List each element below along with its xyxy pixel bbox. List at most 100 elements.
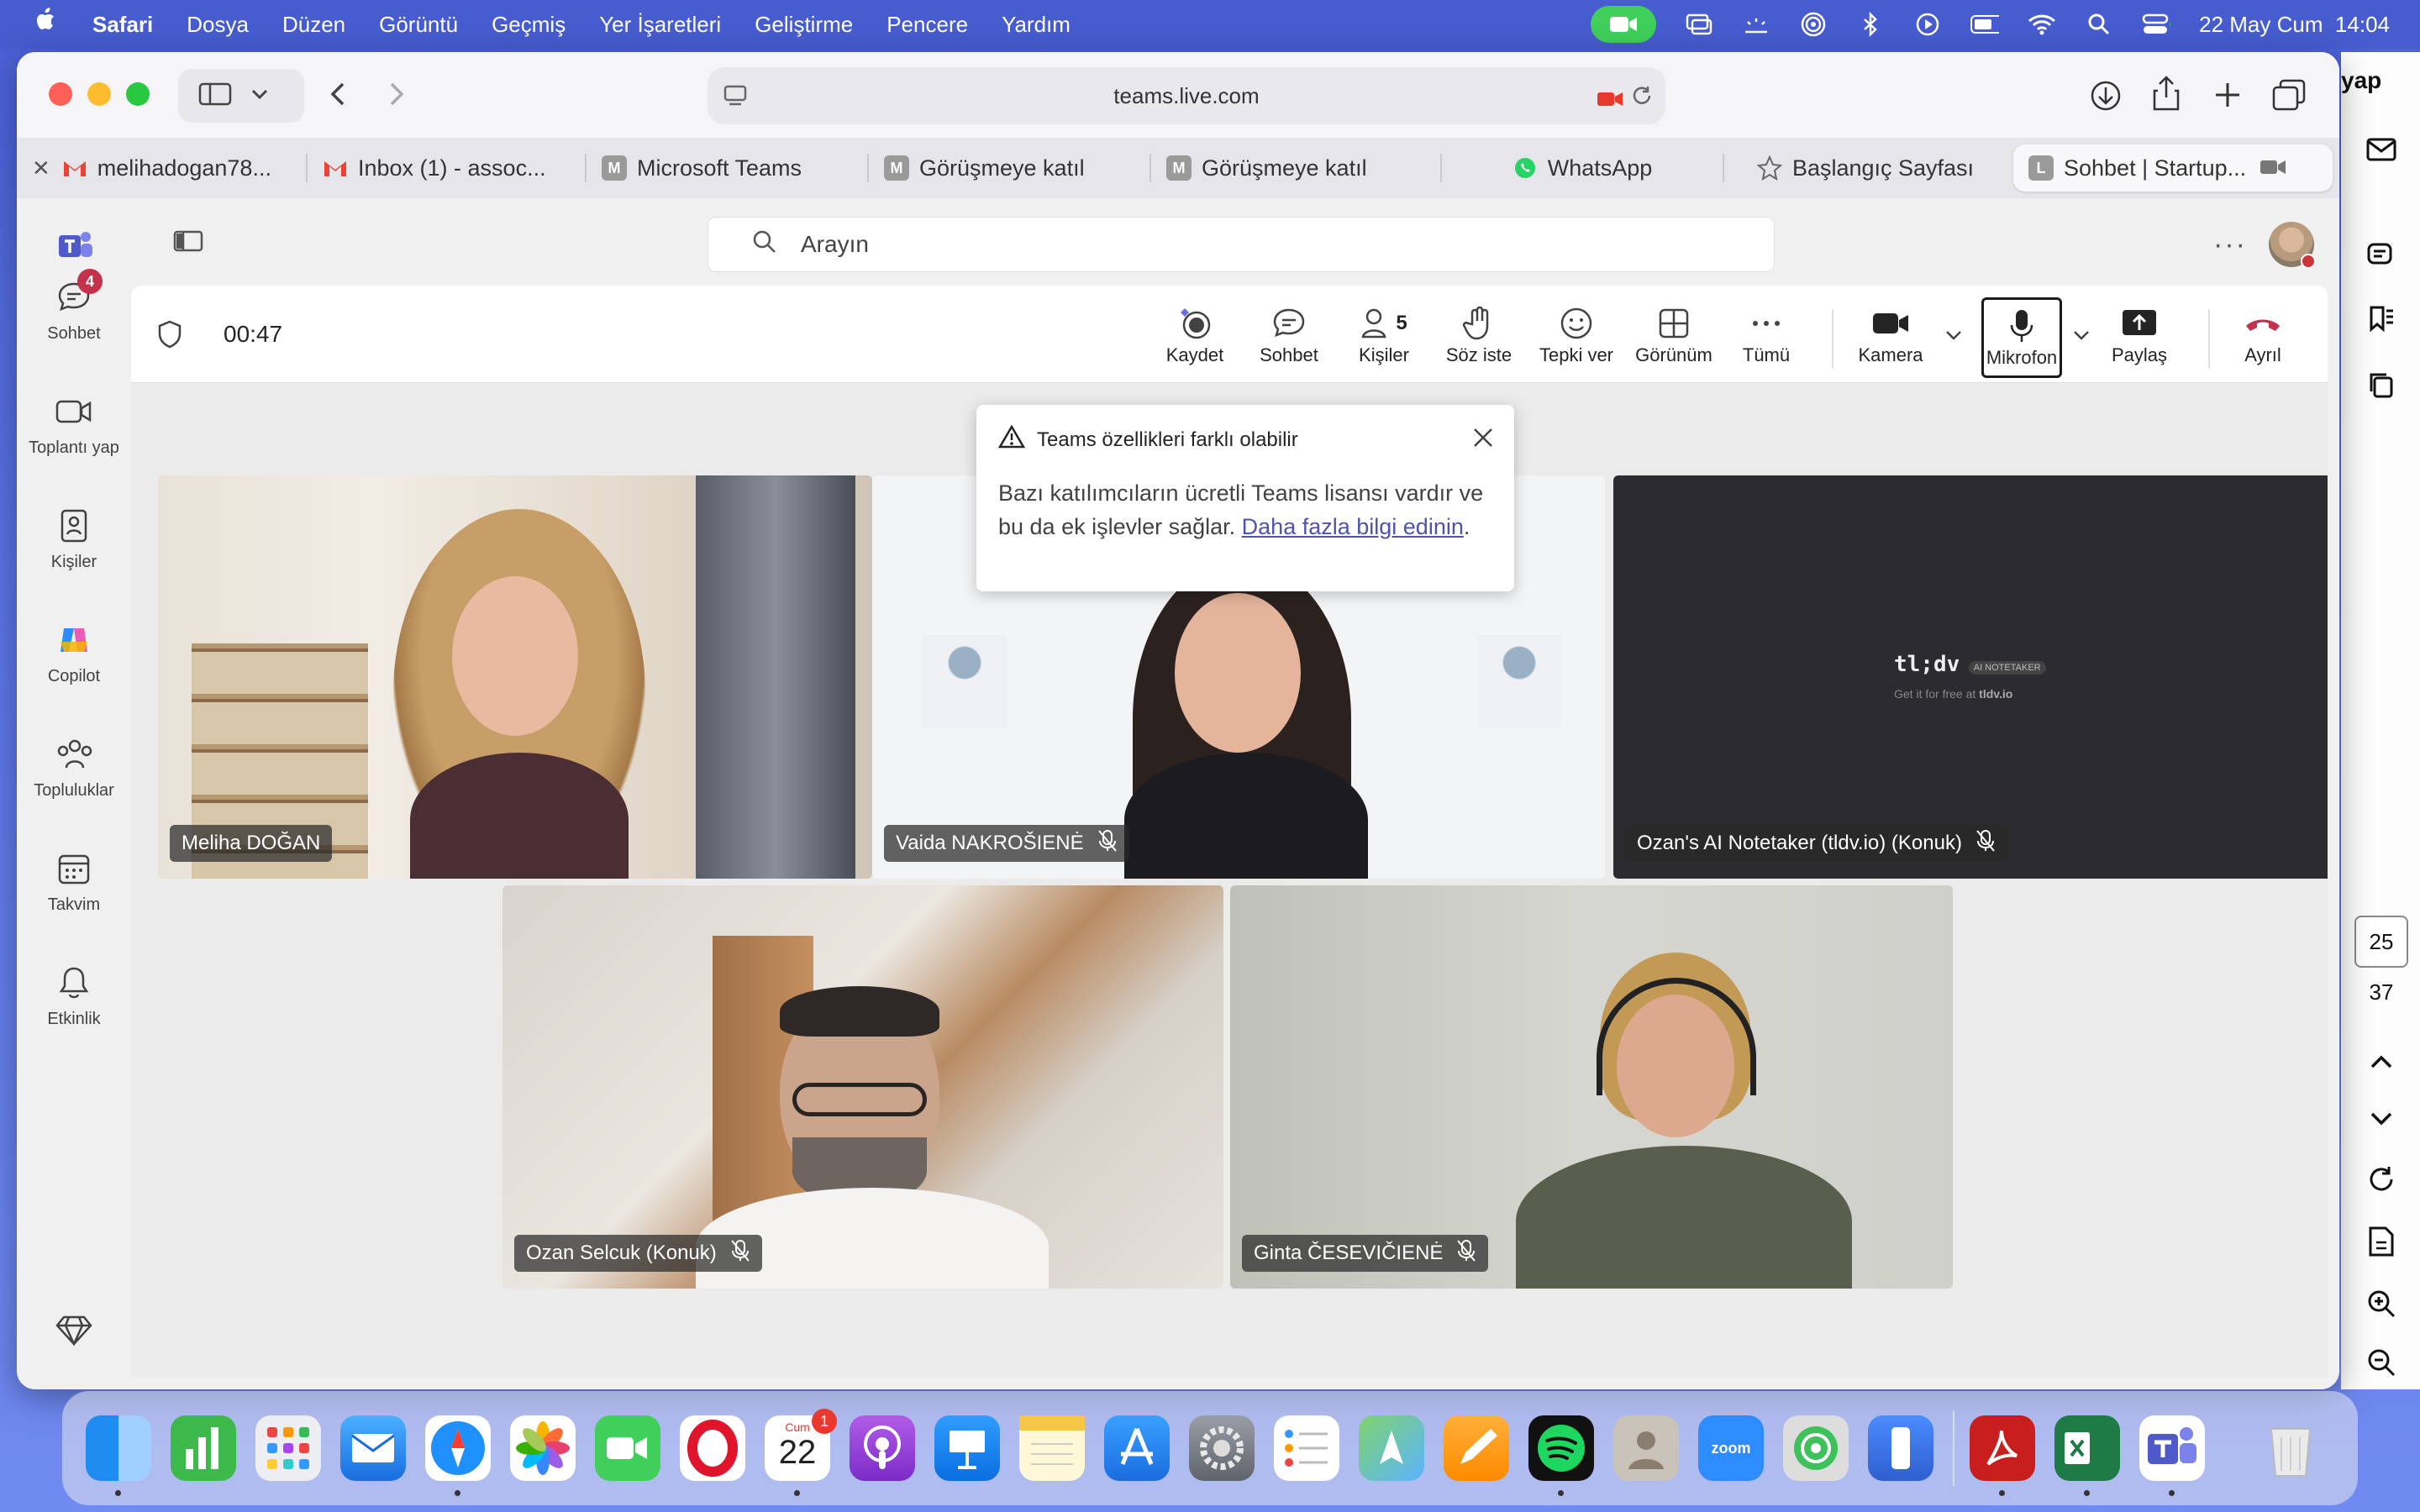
pages-icon[interactable] (1444, 1415, 1509, 1481)
camera-in-use-icon[interactable] (1591, 6, 1657, 43)
page-fit-icon[interactable] (2356, 1216, 2407, 1267)
rail-item-activity[interactable]: Etkinlik (17, 964, 131, 1029)
apple-menu-icon[interactable] (34, 7, 64, 42)
react-button[interactable]: Tepki ver (1536, 302, 1617, 375)
shield-icon[interactable] (156, 319, 183, 354)
tab-join-meeting-1[interactable]: M Görüşmeye katıl (869, 144, 1150, 192)
spotify-icon[interactable] (1528, 1415, 1594, 1496)
tab-gmail-2[interactable]: Inbox (1) - assoc... (308, 144, 585, 192)
page-settings-icon[interactable] (723, 84, 748, 113)
rail-item-communities[interactable]: Topluluklar (17, 736, 131, 801)
screen-mirroring-icon[interactable] (1685, 12, 1713, 37)
chat-button[interactable]: Sohbet (1254, 302, 1324, 375)
tab-teams-chat-active[interactable]: L Sohbet | Startup... (2013, 144, 2333, 192)
mail-app-icon[interactable] (340, 1415, 406, 1481)
comments-icon[interactable] (2356, 232, 2407, 282)
menu-app-name[interactable]: Safari (92, 12, 153, 38)
reminders-icon[interactable] (1274, 1415, 1339, 1481)
spotlight-search-icon[interactable] (2085, 12, 2113, 37)
chevron-down-icon[interactable] (2356, 1094, 2407, 1144)
menu-goruntu[interactable]: Görüntü (379, 12, 458, 38)
zoom-out-icon[interactable] (2356, 1337, 2407, 1388)
rail-item-chat[interactable]: 4 Sohbet (17, 269, 131, 344)
video-tile-notetaker[interactable]: tl;dv AI NOTETAKER Get it for free at tl… (1613, 475, 2328, 879)
download-icon[interactable] (2089, 79, 2123, 117)
raise-hand-button[interactable]: Söz iste (1442, 302, 1516, 375)
menu-gelistirme[interactable]: Geliştirme (755, 12, 853, 38)
close-window-button[interactable] (49, 82, 72, 106)
control-center-icon[interactable] (2142, 12, 2171, 37)
menu-duzen[interactable]: Düzen (282, 12, 345, 38)
brightness-icon[interactable] (1742, 12, 1770, 37)
excel-icon[interactable] (2054, 1415, 2120, 1496)
zoom-window-button[interactable] (126, 82, 150, 106)
calendar-app-icon[interactable]: Cum 22 1 (765, 1409, 837, 1496)
rail-item-copilot[interactable]: Copilot (17, 622, 131, 686)
sidebar-toggle-icon[interactable] (173, 228, 203, 258)
camera-button[interactable]: Kamera (1852, 302, 1929, 375)
zoom-icon[interactable]: zoom (1698, 1415, 1764, 1481)
copy-pages-icon[interactable] (2356, 360, 2407, 410)
back-button[interactable] (329, 81, 346, 111)
forward-button[interactable] (388, 81, 405, 111)
video-tile-meliha[interactable]: Meliha DOĞAN (158, 475, 872, 879)
rotate-icon[interactable] (2356, 1154, 2407, 1205)
photos-icon[interactable] (510, 1415, 576, 1481)
menu-yer-isaretleri[interactable]: Yer İşaretleri (599, 12, 721, 38)
opera-icon[interactable] (680, 1415, 745, 1481)
system-settings-icon[interactable] (1189, 1415, 1255, 1481)
find-my-icon[interactable] (1783, 1415, 1849, 1481)
acrobat-icon[interactable] (1970, 1415, 2035, 1496)
minimize-window-button[interactable] (87, 82, 111, 106)
share-icon[interactable] (2151, 76, 2181, 117)
avatar[interactable] (2269, 222, 2316, 269)
leave-button[interactable]: Ayrıl (2228, 302, 2297, 375)
video-tile-ginta[interactable]: Ginta ČESEVIČIENĖ (1230, 885, 1953, 1289)
people-button[interactable]: 5 Kişiler (1346, 302, 1422, 375)
reload-icon[interactable] (1630, 84, 1654, 113)
tab-microsoft-teams[interactable]: M Microsoft Teams (587, 144, 867, 192)
sidebar-toggle-group[interactable] (178, 69, 304, 123)
url-text[interactable]: teams.live.com (1113, 83, 1259, 109)
battery-icon[interactable] (1970, 12, 2000, 37)
camera-active-icon[interactable] (1597, 87, 1623, 113)
tab-start-page[interactable]: Başlangıç Sayfası (1724, 144, 2007, 192)
notes-icon[interactable] (1019, 1415, 1085, 1481)
facetime-icon[interactable] (595, 1415, 660, 1481)
chevron-down-icon[interactable] (250, 88, 269, 104)
menu-gecmis[interactable]: Geçmiş (492, 12, 566, 38)
airdrop-icon[interactable] (1799, 12, 1828, 37)
sidebar-icon[interactable] (198, 81, 232, 111)
numbers-icon[interactable] (171, 1415, 236, 1481)
premium-diamond-icon[interactable] (55, 1314, 92, 1350)
iphone-mirroring-icon[interactable] (1868, 1415, 1933, 1481)
mail-icon[interactable] (2356, 124, 2407, 175)
safari-icon[interactable] (425, 1415, 491, 1496)
finder-icon[interactable] (86, 1415, 151, 1496)
rail-item-calendar[interactable]: Takvim (17, 850, 131, 915)
tab-whatsapp[interactable]: WhatsApp (1442, 144, 1723, 192)
more-button[interactable]: Tümü (1736, 302, 1797, 375)
learn-more-link[interactable]: Daha fazla bilgi edinin (1242, 514, 1464, 539)
tab-overview-icon[interactable] (2272, 79, 2306, 117)
app-store-icon[interactable] (1104, 1415, 1170, 1481)
tab-gmail-1[interactable]: ✕ melihadogan78... (17, 144, 306, 192)
camera-options-chevron-icon[interactable] (1944, 329, 1963, 345)
menu-pencere[interactable]: Pencere (886, 12, 968, 38)
share-button[interactable]: Paylaş (2102, 302, 2176, 375)
search-box[interactable]: Arayın (708, 217, 1775, 272)
maps-icon[interactable] (1359, 1415, 1424, 1481)
chevron-up-icon[interactable] (2356, 1037, 2407, 1087)
menu-yardim[interactable]: Yardım (1002, 12, 1071, 38)
contacts-icon[interactable] (1613, 1415, 1679, 1481)
more-options-icon[interactable]: ··· (2213, 228, 2247, 261)
clock-datetime[interactable]: 22 May Cum 14:04 (2199, 12, 2390, 38)
close-tab-icon[interactable]: ✕ (32, 155, 50, 181)
record-button[interactable]: Kaydet (1160, 302, 1230, 375)
podcasts-icon[interactable] (850, 1415, 915, 1481)
wifi-icon[interactable] (2028, 12, 2056, 37)
microsoft-teams-icon[interactable] (2139, 1415, 2205, 1496)
menu-dosya[interactable]: Dosya (187, 12, 249, 38)
mic-options-chevron-icon[interactable] (2072, 329, 2091, 345)
view-button[interactable]: Görünüm (1632, 302, 1716, 375)
